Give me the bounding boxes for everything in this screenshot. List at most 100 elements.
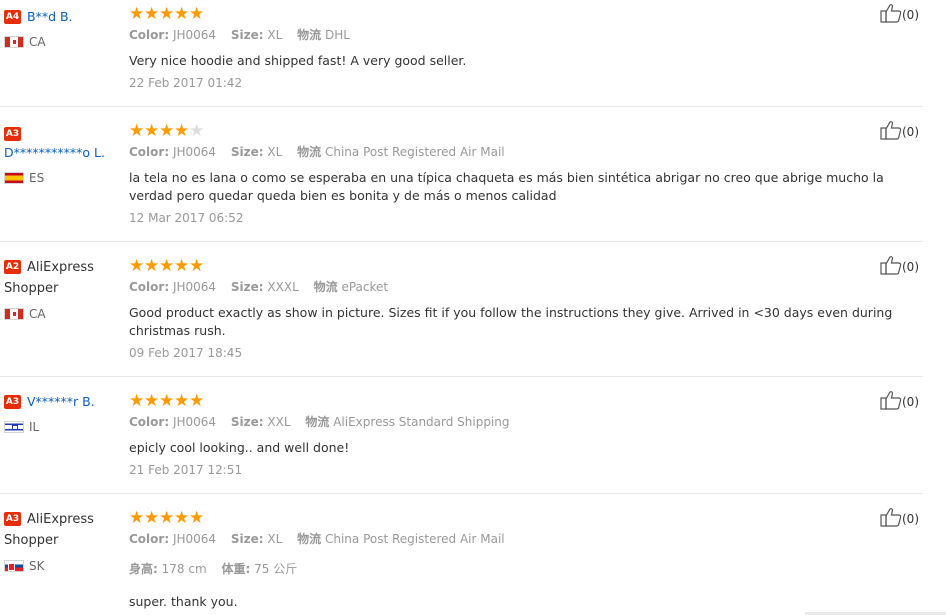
country-code: CA bbox=[29, 307, 46, 321]
star-icon: ★ bbox=[189, 4, 205, 24]
country-flag-icon bbox=[4, 560, 24, 572]
logistics-value: DHL bbox=[324, 28, 350, 42]
order-info: Color: JH0064 Size: XL 物流 China Post Reg… bbox=[129, 532, 505, 546]
size-value: XXL bbox=[267, 415, 291, 429]
star-icon: ★ bbox=[159, 4, 175, 24]
color-value: JH0064 bbox=[172, 280, 217, 294]
helpful-button[interactable]: (0) bbox=[880, 507, 919, 527]
buyer-level-badge: A3 bbox=[4, 395, 21, 409]
star-icon: ★ bbox=[129, 121, 145, 141]
logistics-value: China Post Registered Air Mail bbox=[324, 532, 505, 546]
logistics-value: AliExpress Standard Shipping bbox=[333, 415, 510, 429]
star-icon: ★ bbox=[144, 508, 160, 528]
star-rating: ★★★★★ bbox=[129, 121, 919, 141]
buyer-level-badge: A3 bbox=[4, 512, 21, 526]
thumbs-up-icon bbox=[880, 256, 902, 275]
helpful-count: (0) bbox=[902, 8, 919, 22]
buyer-level-badge: A4 bbox=[4, 10, 21, 24]
review-date: 21 Feb 2017 12:51 bbox=[129, 463, 243, 477]
star-rating: ★★★★★ bbox=[129, 508, 919, 528]
star-icon: ★ bbox=[144, 391, 160, 411]
size-value: XXXL bbox=[267, 280, 299, 294]
star-icon: ★ bbox=[129, 4, 145, 24]
star-icon: ★ bbox=[159, 121, 175, 141]
helpful-button[interactable]: (0) bbox=[880, 390, 919, 410]
buyer-info: A2 AliExpress Shopper CA bbox=[4, 256, 122, 321]
star-icon: ★ bbox=[159, 391, 175, 411]
helpful-button[interactable]: (0) bbox=[880, 255, 919, 275]
body-info: 身高: 178 cm 体重: 75 公斤 bbox=[129, 562, 298, 576]
color-value: JH0064 bbox=[172, 415, 217, 429]
country-flag-icon bbox=[4, 308, 24, 320]
buyer-info: A3 AliExpress Shopper SK bbox=[4, 508, 122, 573]
logistics-value: ePacket bbox=[341, 280, 389, 294]
star-icon: ★ bbox=[144, 4, 160, 24]
color-value: JH0064 bbox=[172, 532, 217, 546]
review-item: A2 AliExpress Shopper CA ★★★★★ Color: JH0… bbox=[0, 242, 923, 377]
country-code: CA bbox=[29, 35, 46, 49]
helpful-button[interactable]: (0) bbox=[880, 3, 919, 23]
star-icon: ★ bbox=[174, 4, 190, 24]
thumbs-up-icon bbox=[880, 121, 902, 140]
thumbs-up-icon bbox=[880, 4, 902, 23]
country-flag-icon bbox=[4, 172, 24, 184]
star-rating: ★★★★★ bbox=[129, 256, 919, 276]
buyer-level-badge: A3 bbox=[4, 127, 21, 141]
star-icon: ★ bbox=[174, 256, 190, 276]
feedback-list: A4 B**d B. CA ★★★★★ Color: JH0064 Size: X… bbox=[0, 0, 946, 615]
buyer-name[interactable]: D***********o L. bbox=[4, 145, 105, 160]
order-info: Color: JH0064 Size: XL 物流 China Post Reg… bbox=[129, 145, 505, 159]
weight-value: 75 公斤 bbox=[254, 562, 298, 576]
buyer-info: A3 D***********o L. ES bbox=[4, 123, 122, 185]
buyer-info: A3 V******r B. IL bbox=[4, 391, 122, 434]
logistics-value: China Post Registered Air Mail bbox=[324, 145, 505, 159]
buyer-name[interactable]: B**d B. bbox=[27, 9, 73, 24]
star-icon: ★ bbox=[174, 391, 190, 411]
color-value: JH0064 bbox=[172, 145, 217, 159]
review-text: la tela no es lana o como se esperaba en… bbox=[129, 170, 884, 203]
star-icon: ★ bbox=[189, 256, 205, 276]
star-icon: ★ bbox=[189, 508, 205, 528]
size-value: XL bbox=[267, 28, 283, 42]
star-rating: ★★★★★ bbox=[129, 4, 919, 24]
star-icon: ★ bbox=[174, 508, 190, 528]
review-item: A3 AliExpress Shopper SK ★★★★★ Color: JH0… bbox=[0, 494, 923, 615]
helpful-button[interactable]: (0) bbox=[880, 120, 919, 140]
helpful-count: (0) bbox=[902, 395, 919, 409]
review-text: epicly cool looking.. and well done! bbox=[129, 440, 350, 455]
country-flag-icon bbox=[4, 36, 24, 48]
helpful-count: (0) bbox=[902, 125, 919, 139]
thumbs-up-icon bbox=[880, 508, 902, 527]
star-icon: ★ bbox=[144, 256, 160, 276]
country-flag-icon bbox=[4, 421, 24, 433]
review-text: Good product exactly as show in picture.… bbox=[129, 305, 893, 338]
star-icon: ★ bbox=[159, 256, 175, 276]
star-icon: ★ bbox=[174, 121, 190, 141]
size-value: XL bbox=[267, 532, 283, 546]
star-icon: ★ bbox=[189, 391, 205, 411]
review-date: 22 Feb 2017 01:42 bbox=[129, 76, 243, 90]
star-icon: ★ bbox=[129, 256, 145, 276]
country-code: IL bbox=[29, 420, 40, 434]
helpful-count: (0) bbox=[902, 512, 919, 526]
star-rating: ★★★★★ bbox=[129, 391, 919, 411]
review-item: A4 B**d B. CA ★★★★★ Color: JH0064 Size: X… bbox=[0, 0, 923, 107]
order-info: Color: JH0064 Size: XXXL 物流 ePacket bbox=[129, 280, 389, 294]
thumbs-up-icon bbox=[880, 391, 902, 410]
review-text: super. thank you. bbox=[129, 594, 238, 609]
star-icon: ★ bbox=[129, 391, 145, 411]
country-code: ES bbox=[29, 171, 45, 185]
buyer-level-badge: A2 bbox=[4, 260, 21, 274]
star-empty-icon: ★ bbox=[189, 121, 205, 141]
review-date: 09 Feb 2017 18:45 bbox=[129, 346, 243, 360]
order-info: Color: JH0064 Size: XL 物流 DHL bbox=[129, 28, 350, 42]
buyer-name[interactable]: V******r B. bbox=[27, 394, 95, 409]
color-value: JH0064 bbox=[172, 28, 217, 42]
buyer-info: A4 B**d B. CA bbox=[4, 6, 122, 49]
size-value: XL bbox=[267, 145, 283, 159]
helpful-count: (0) bbox=[902, 260, 919, 274]
star-icon: ★ bbox=[144, 121, 160, 141]
star-icon: ★ bbox=[159, 508, 175, 528]
review-item: A3 V******r B. IL ★★★★★ Color: JH0064 Siz… bbox=[0, 377, 923, 494]
height-value: 178 cm bbox=[161, 562, 207, 576]
